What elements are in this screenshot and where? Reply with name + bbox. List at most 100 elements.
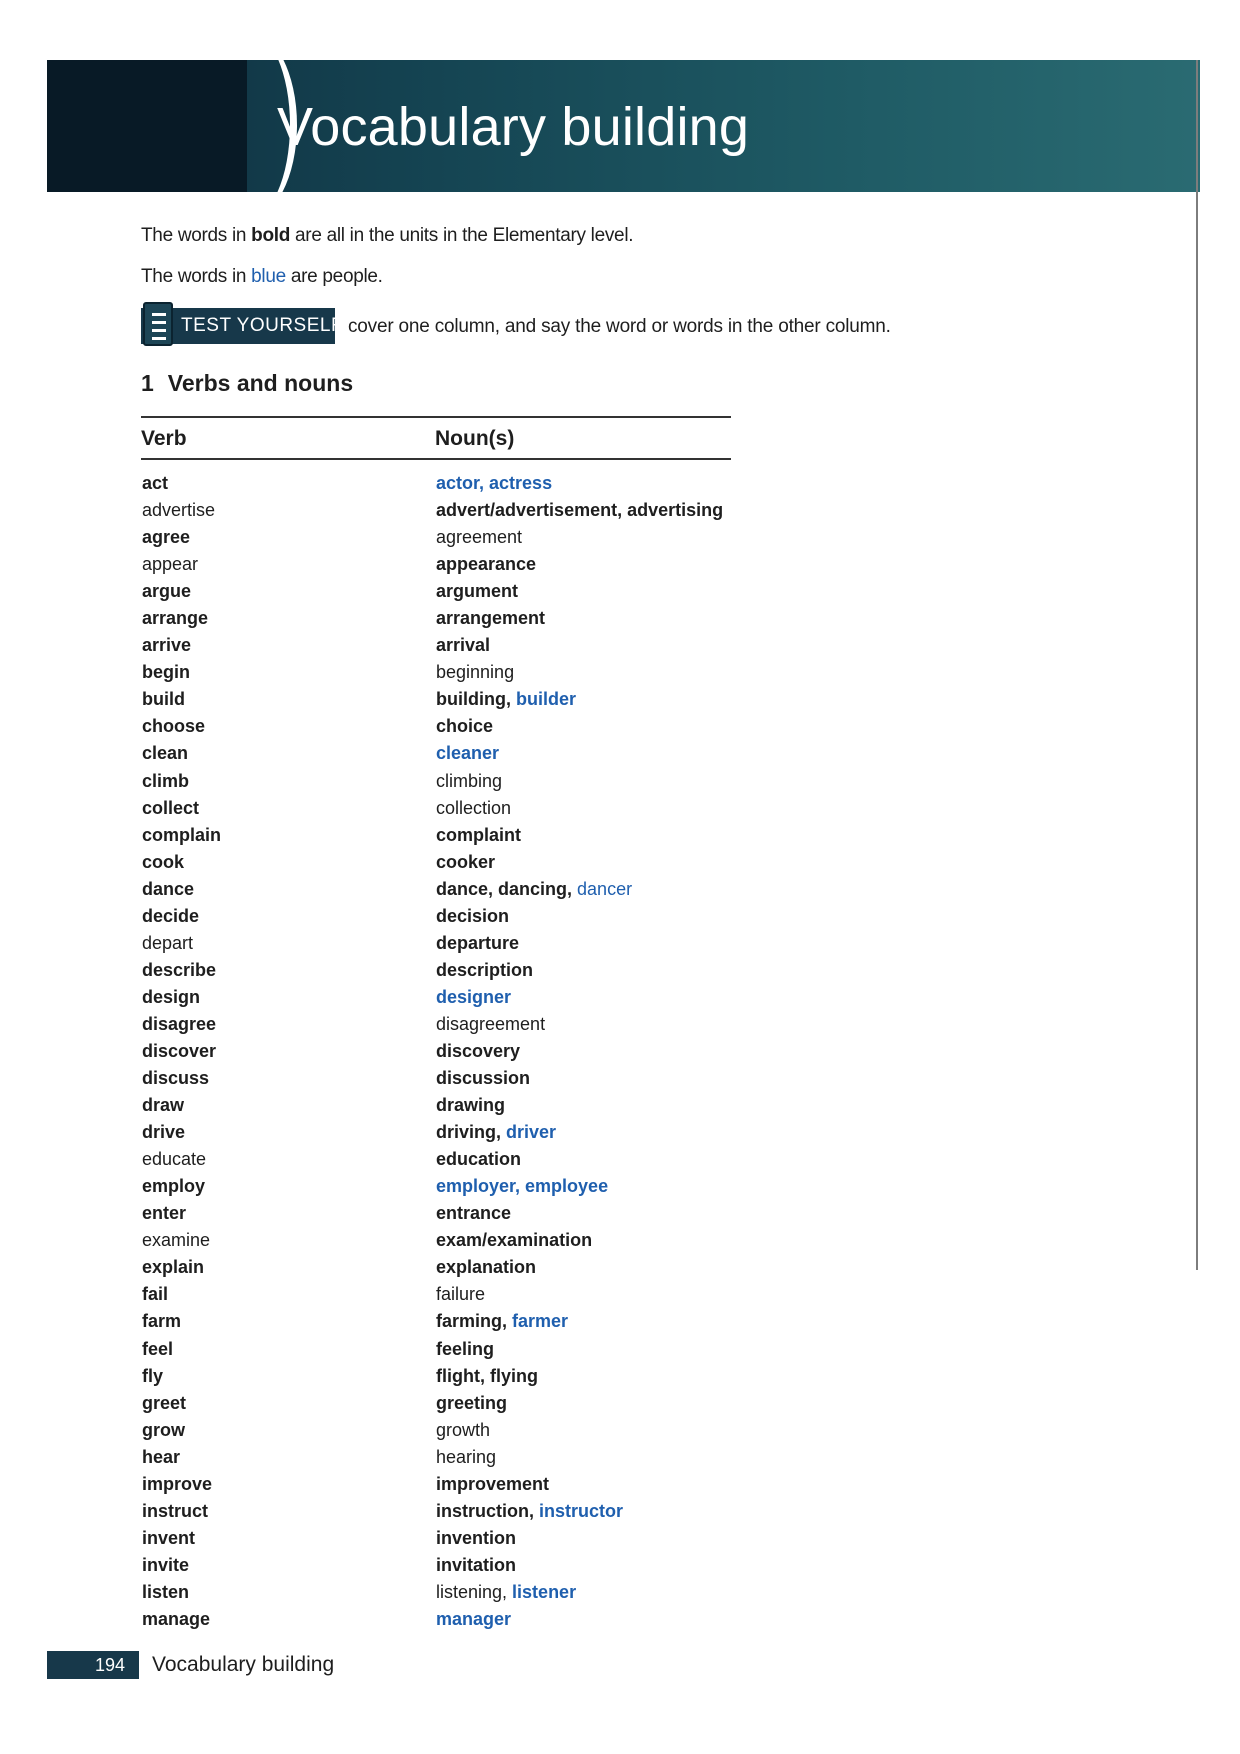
noun-cell: description [436,958,533,982]
intro-line-bold-post: are all in the units in the Elementary l… [290,225,634,246]
table-row: farm farming, farmer [141,1309,731,1336]
intro-blue-word: blue [251,266,286,287]
noun-text: departure [436,932,520,953]
person-noun: actor, actress [436,473,553,493]
noun-text: appearance [436,554,537,575]
verb-cell: explain [142,1257,205,1278]
noun-cell: improvement [436,1472,549,1496]
noun-cell: exam/examination [436,1228,592,1252]
table-row: argue argument [141,579,731,606]
verb-cell: decide [142,905,200,926]
table-row: invite invitation [141,1553,731,1580]
table-row: employ employer, employee [141,1174,731,1201]
section-title-text: Verbs and nouns [167,370,354,396]
table-row: act actor, actress [141,471,731,498]
verb-cell: invent [142,1527,196,1548]
table-row: improve improvement [141,1472,731,1499]
table-row: climb climbing [141,769,731,796]
page-number: 194 [47,1651,139,1679]
table-row: complain complaint [141,823,731,850]
intro-line-bold-pre: The words in [141,225,252,246]
verb-cell: fly [142,1365,164,1386]
table-row: design designer [141,985,731,1012]
verb-cell: discover [142,1040,217,1061]
noun-cell: beginning [436,660,514,684]
verb-cell: discuss [142,1068,210,1089]
noun-text: listening, [436,1581,513,1602]
noun-text: choice [436,716,494,737]
noun-cell: driving, driver [436,1120,556,1144]
noun-text: improvement [436,1473,550,1494]
noun-cell: feeling [436,1337,494,1361]
noun-text: climbing [436,770,503,791]
table-row: begin beginning [141,660,731,687]
vocab-table: Verb Noun(s) act actor, actress advertise a… [141,416,731,1629]
verb-cell: begin [142,662,190,683]
noun-cell: building, builder [436,687,576,711]
noun-text: explanation [436,1257,537,1278]
section-title: 1 Verbs and nouns [141,368,353,398]
table-header: Verb Noun(s) [141,416,731,460]
table-row: appear appearance [141,552,731,579]
table-row: arrive arrival [141,633,731,660]
header-band: Vocabulary building [47,60,1200,192]
noun-text: instruction, [436,1500,539,1521]
table-row: clean cleaner [141,741,731,768]
verb-cell: arrange [142,608,209,629]
noun-text: flight, flying [436,1365,538,1386]
noun-text: argument [436,581,519,602]
column-header-noun: Noun(s) [435,427,515,450]
table-row: cook cooker [141,850,731,877]
intro-bold-word: bold [251,225,291,246]
verb-cell: fail [142,1284,169,1305]
noun-cell: discovery [436,1039,520,1063]
noun-cell: designer [436,985,511,1009]
noun-text: cooker [436,851,496,872]
table-row: explain explanation [141,1255,731,1282]
table-row: arrange arrangement [141,606,731,633]
noun-cell: employer, employee [436,1174,608,1198]
table-row: listen listening, listener [141,1580,731,1607]
verb-cell: educate [142,1149,207,1170]
table-row: collect collection [141,796,731,823]
noun-text: invention [436,1527,516,1548]
verb-cell: greet [142,1392,187,1413]
verb-cell: disagree [142,1013,217,1034]
noun-cell: drawing [436,1093,505,1117]
noun-text: farming, [436,1311,513,1332]
noun-text: discussion [436,1068,531,1089]
table-row: dance dance, dancing, dancer [141,877,731,904]
verb-cell: depart [142,932,194,953]
person-noun: driver [506,1122,557,1143]
table-row: build building, builder [141,687,731,714]
table-rows: act actor, actress advertise advert/adverti… [141,471,731,1634]
noun-text: beginning [436,662,515,683]
verb-cell: arrive [142,635,192,656]
verb-cell: farm [142,1311,182,1332]
noun-cell: education [436,1147,521,1171]
person-noun: employer, employee [436,1176,609,1197]
noun-text: exam/examination [436,1230,593,1251]
table-row: discuss discussion [141,1066,731,1093]
noun-cell: disagreement [436,1012,545,1036]
table-row: draw drawing [141,1093,731,1120]
noun-cell: choice [436,714,493,738]
noun-text: building, [436,689,516,710]
verb-cell: drive [142,1122,186,1143]
intro-line-bold: The words in bold are all in the units i… [141,224,634,248]
person-noun: farmer [512,1311,569,1332]
noun-text: failure [436,1284,486,1305]
table-row: hear hearing [141,1445,731,1472]
noun-text: driving, [436,1122,507,1143]
verb-cell: choose [142,716,206,737]
person-noun: manager [436,1608,512,1629]
section-number: 1 [141,370,154,396]
column-header-verb: Verb [141,427,187,450]
verb-cell: climb [142,770,190,791]
noun-text: discovery [436,1040,521,1061]
noun-cell: argument [436,579,518,603]
verb-cell: clean [142,743,189,764]
verb-cell: improve [142,1473,213,1494]
table-row: disagree disagreement [141,1012,731,1039]
noun-cell: invitation [436,1553,516,1577]
